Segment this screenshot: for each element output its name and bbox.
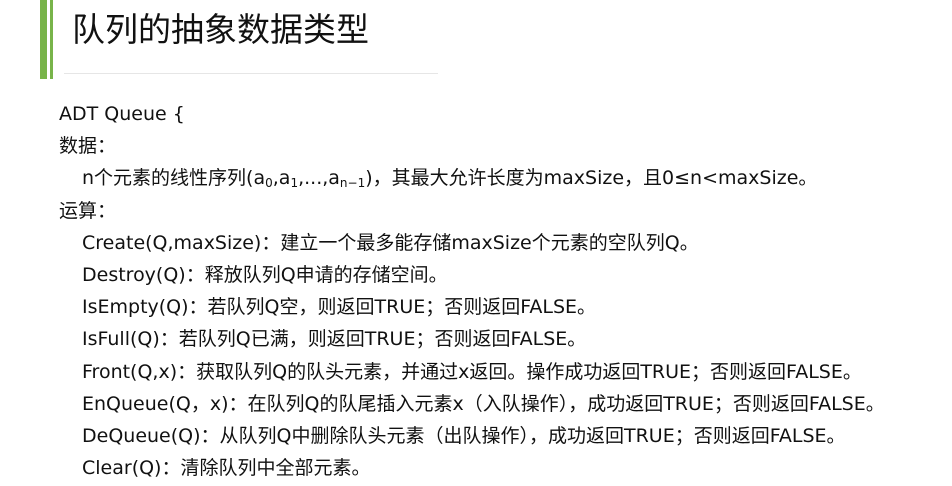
accent-bar (40, 0, 47, 79)
accent-bar-thin (50, 0, 53, 79)
op-isfull: IsFull(Q)：若队列Q已满，则返回TRUE；否则返回FALSE。 (82, 328, 587, 351)
title-divider (64, 73, 438, 74)
data-desc-suffix: )，其最大允许长度为maxSize，且0≤n<maxSize。 (365, 167, 818, 190)
data-desc-mid1: ,a (272, 167, 291, 190)
data-desc-mid2: ,...,a (298, 167, 340, 190)
data-description: n个元素的线性序列(a0,a1,...,an−1)，其最大允许长度为maxSiz… (59, 162, 885, 194)
subscript-n-minus-1: n−1 (339, 176, 366, 191)
operations-label: 运算： (59, 199, 117, 222)
subscript-0: 0 (265, 176, 273, 191)
op-enqueue: EnQueue(Q，x)：在队列Q的队尾插入元素x（入队操作），成功返回TRUE… (82, 392, 885, 415)
op-dequeue: DeQueue(Q)：从队列Q中删除队头元素（出队操作），成功返回TRUE；否则… (82, 424, 846, 447)
subscript-1: 1 (290, 176, 299, 191)
op-clear: Clear(Q)：清除队列中全部元素。 (82, 457, 371, 480)
op-isempty: IsEmpty(Q)：若队列Q空，则返回TRUE；否则返回FALSE。 (82, 296, 597, 319)
adt-header: ADT Queue { (59, 103, 185, 125)
op-destroy: Destroy(Q)：释放队列Q申请的存储空间。 (82, 263, 448, 286)
op-create: Create(Q,maxSize)：建立一个最多能存储maxSize个元素的空队… (82, 231, 699, 254)
adt-definition: ADT Queue { 数据： n个元素的线性序列(a0,a1,...,an−1… (59, 98, 885, 484)
page-title: 队列的抽象数据类型 (72, 10, 369, 49)
op-front: Front(Q,x)：获取队列Q的队头元素，并通过x返回。操作成功返回TRUE；… (82, 360, 862, 383)
data-desc-prefix: n个元素的线性序列(a (82, 167, 266, 190)
data-label: 数据： (59, 135, 117, 158)
